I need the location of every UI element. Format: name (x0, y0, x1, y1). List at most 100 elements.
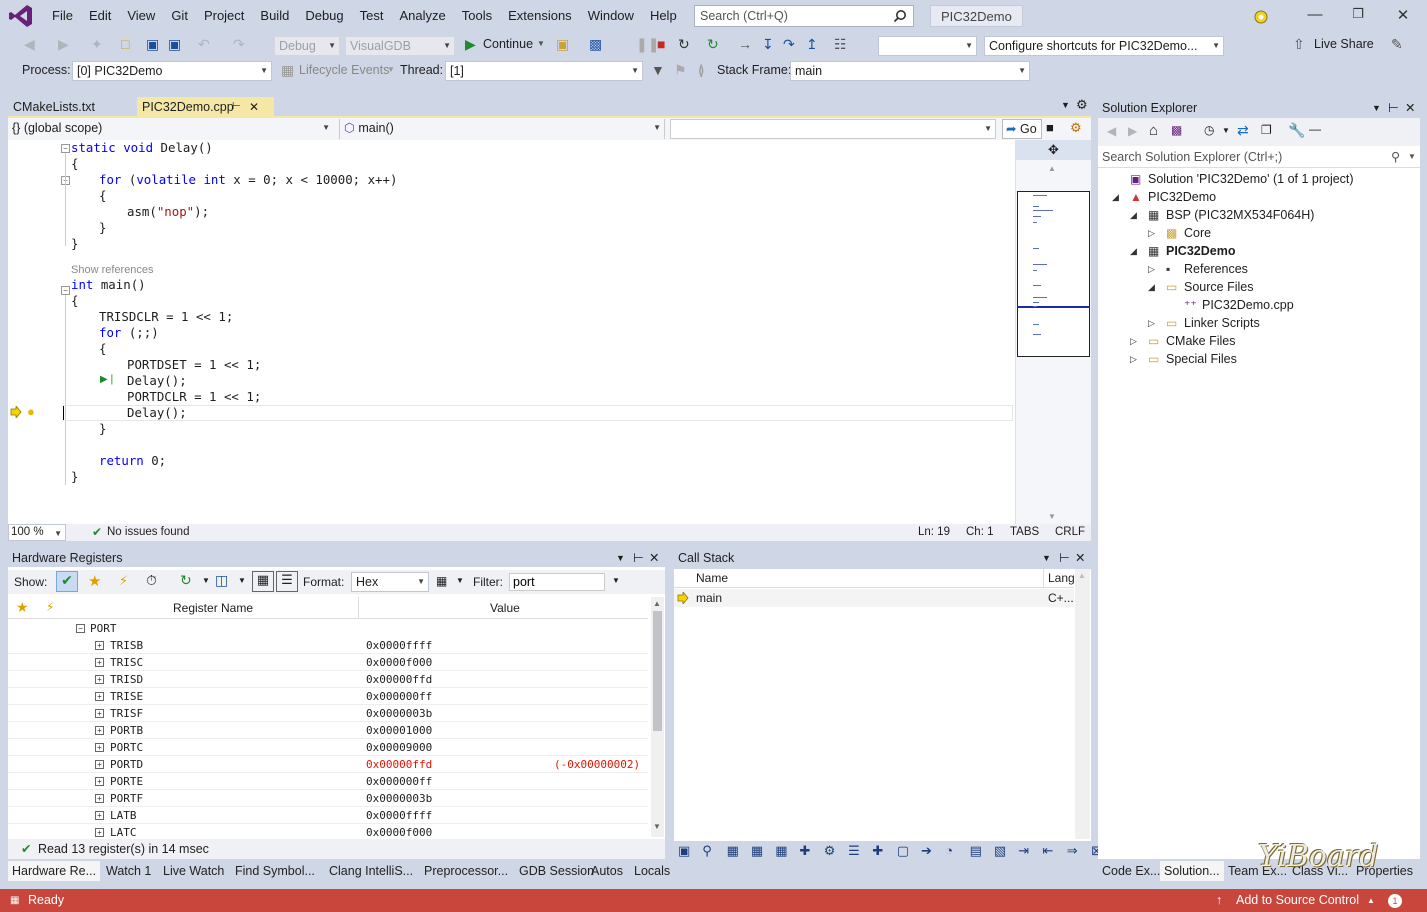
call-stack-tool-icon[interactable]: ☰ (848, 843, 860, 859)
pin-icon[interactable]: ⊢ (1059, 549, 1070, 567)
register-value[interactable]: 0x0000f000 (366, 654, 432, 671)
call-stack-tool-icon[interactable]: ⇤ (1043, 843, 1054, 859)
expand-icon[interactable]: + (95, 726, 104, 735)
expand-arrow-icon[interactable]: ▷ (1130, 350, 1137, 368)
chevron-down-icon[interactable]: ▼ (537, 33, 545, 55)
tool-tab[interactable]: Autos (587, 861, 628, 881)
lifecycle-events-button[interactable]: Lifecycle Events (299, 59, 389, 81)
call-stack-tool-icon[interactable]: ▦ (775, 843, 787, 859)
back-icon[interactable]: ◀ (1107, 124, 1116, 138)
lifecycle-events-icon[interactable]: ▦ (281, 59, 294, 81)
run-to-cursor-icon[interactable]: ▶❘ (100, 374, 116, 385)
collapse-all-icon[interactable]: ❐ (1261, 123, 1272, 137)
chevron-down-icon[interactable]: ▼ (612, 576, 620, 585)
expand-icon[interactable]: + (95, 794, 104, 803)
step-out-icon[interactable]: ↥ (806, 33, 818, 55)
fold-toggle-icon[interactable]: − (61, 286, 70, 295)
pending-changes-icon[interactable]: ◷ (1204, 123, 1214, 137)
call-stack-tool-icon[interactable]: ◔ (945, 843, 953, 858)
register-row[interactable]: + TRISC 0x0000f000 (8, 654, 648, 671)
save-all-icon[interactable]: ▣ (168, 33, 181, 55)
call-stack-tool-icon[interactable]: ⚙ (824, 843, 836, 859)
register-row[interactable]: + PORTD 0x00000ffd (-0x00000002) (8, 756, 648, 773)
register-value[interactable]: 0x00001000 (366, 722, 432, 739)
chevron-down-icon[interactable]: ▼ (387, 59, 395, 81)
columns-icon[interactable]: ◫ (215, 572, 228, 589)
call-stack-tool-icon[interactable]: ✚ (872, 843, 883, 859)
register-value[interactable]: 0x0000003b (366, 705, 432, 722)
menu-project[interactable]: Project (196, 0, 252, 32)
changed-column-icon[interactable]: ⚡ (46, 600, 54, 614)
feedback-icon[interactable]: ✎ (1391, 33, 1403, 55)
menu-tools[interactable]: Tools (454, 0, 500, 32)
step-over-icon[interactable]: ↷ (783, 33, 795, 55)
expand-icon[interactable]: + (95, 675, 104, 684)
register-row[interactable]: + PORTB 0x00001000 (8, 722, 648, 739)
step-into-icon[interactable]: ↧ (762, 33, 774, 55)
minimap[interactable]: ✥ ▲ ▼ (1015, 140, 1091, 524)
expand-icon[interactable]: + (95, 828, 104, 837)
close-icon[interactable]: ✕ (249, 97, 259, 117)
preview-icon[interactable]: — (1309, 122, 1321, 136)
expand-icon[interactable]: + (95, 709, 104, 718)
expand-icon[interactable]: + (95, 658, 104, 667)
back-icon[interactable]: ◀ (24, 33, 35, 55)
stack-frame-select[interactable]: main ▼ (790, 61, 1030, 81)
expand-icon[interactable]: + (95, 811, 104, 820)
format-select[interactable]: Hex ▼ (351, 572, 429, 592)
register-row[interactable]: + PORTE 0x000000ff (8, 773, 648, 790)
process-select[interactable]: [0] PIC32Demo ▼ (72, 61, 272, 81)
chevron-down-icon[interactable]: ▼ (1222, 126, 1230, 135)
collapse-arrow-icon[interactable]: ◢ (1148, 278, 1155, 296)
favorites-icon[interactable]: ★ (88, 572, 101, 590)
tool-tab[interactable]: GDB Session (515, 861, 594, 881)
collapse-arrow-icon[interactable]: ◢ (1112, 188, 1119, 206)
menu-git[interactable]: Git (163, 0, 196, 32)
register-row[interactable]: + TRISB 0x0000ffff (8, 637, 648, 654)
menu-help[interactable]: Help (642, 0, 685, 32)
close-icon[interactable]: ✕ (1075, 549, 1085, 567)
tool-tab[interactable]: Locals (630, 861, 670, 881)
thread-select[interactable]: [1] ▼ (445, 61, 643, 81)
scroll-up-icon[interactable]: ▲ (653, 599, 661, 608)
maximize-button[interactable]: ❐ (1343, 6, 1373, 26)
indent-mode[interactable]: TABS (1010, 524, 1039, 541)
refresh-icon[interactable]: ↻ (180, 572, 192, 589)
register-row[interactable]: + TRISF 0x0000003b (8, 705, 648, 722)
favorite-column-icon[interactable]: ★ (16, 599, 29, 616)
sync-icon[interactable]: ⇄ (1237, 122, 1249, 139)
register-value[interactable]: 0x00009000 (366, 739, 432, 756)
function-select[interactable]: ⬡ main() ▼ (339, 119, 665, 139)
pin-icon[interactable]: ⊢ (1388, 99, 1399, 117)
expand-arrow-icon[interactable]: ▷ (1130, 332, 1137, 350)
table-icon[interactable]: ▦ (436, 574, 447, 588)
expand-icon[interactable]: + (95, 777, 104, 786)
call-stack-tool-icon[interactable]: ⇥ (1018, 843, 1029, 859)
register-value[interactable]: 0x00000ffd (366, 756, 432, 773)
call-stack-tool-icon[interactable]: ▧ (994, 843, 1006, 859)
show-references-link[interactable]: Show references (71, 264, 154, 276)
menu-build[interactable]: Build (252, 0, 297, 32)
code-editor[interactable]: static void Delay(){for (volatile int x … (8, 140, 1015, 524)
fold-toggle-icon[interactable]: − (61, 144, 70, 153)
register-row[interactable]: + TRISD 0x00000ffd (8, 671, 648, 688)
show-next-statement-icon[interactable]: → (738, 33, 752, 55)
issues-status[interactable]: No issues found (107, 524, 189, 541)
cs-scrollbar[interactable]: ▲ (1075, 569, 1090, 839)
shortcut-config-select[interactable]: Configure shortcuts for PIC32Demo... ▼ (984, 36, 1224, 56)
undo-icon[interactable]: ↶ (198, 33, 210, 55)
reset-icon[interactable]: ↻ (707, 33, 719, 55)
lang-header[interactable]: Lang (1048, 571, 1075, 585)
platform-select[interactable]: VisualGDB ▼ (345, 36, 455, 56)
menu-extensions[interactable]: Extensions (500, 0, 580, 32)
call-stack-tool-icon[interactable]: ✚ (800, 843, 811, 859)
register-value[interactable]: 0x000000ff (366, 773, 432, 790)
cs-row[interactable]: main C+... (674, 589, 1074, 607)
expand-icon[interactable]: + (95, 743, 104, 752)
register-row[interactable]: + LATB 0x0000ffff (8, 807, 648, 824)
tool-tab[interactable]: Live Watch (159, 861, 229, 881)
forward-icon[interactable]: ▶ (58, 33, 69, 55)
close-icon[interactable]: ✕ (649, 549, 659, 567)
pin-icon[interactable]: ⊢ (633, 549, 644, 567)
restart-icon[interactable]: ↻ (678, 33, 690, 55)
